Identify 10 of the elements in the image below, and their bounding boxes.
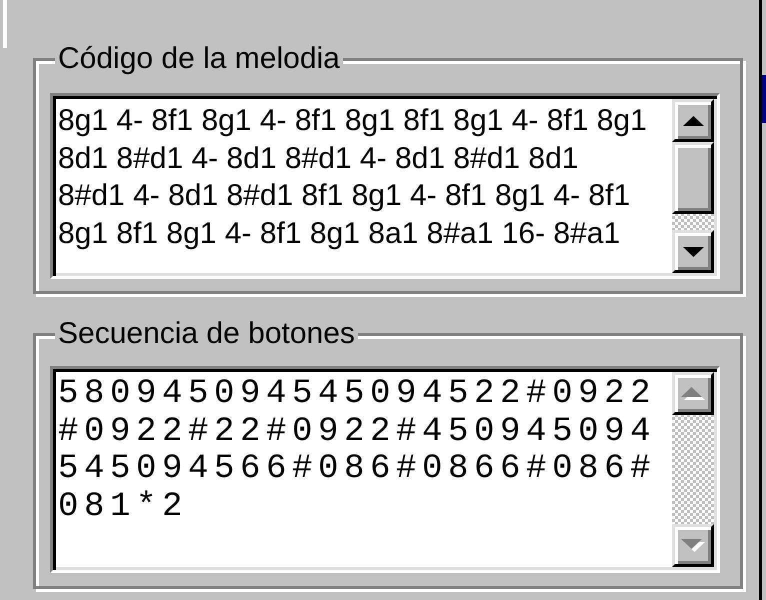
scroll-thumb[interactable] <box>672 142 714 214</box>
caret-down-icon <box>681 539 705 552</box>
text-area[interactable]: 8g1 4- 8f1 8g1 4- 8f1 8g1 8f1 8g1 4- 8f1 8g1 8d1 8#d1 4- 8d1 8#d1 4- 8d1 8#d1 8d1 8#d1 4- 8d1 8#d1 8f1 8g1 4- 8f1 8g1 4- 8f1 8g1 8f1 8g1 4- 8f1 8g1 8a1 8#a1 16- 8#a1 <box>50 93 720 279</box>
scroll-down-button[interactable] <box>672 230 714 273</box>
caret-up-icon <box>682 116 704 126</box>
caret-up-icon <box>681 387 705 400</box>
window-title-bar <box>762 75 766 123</box>
scrollbar[interactable] <box>672 99 714 273</box>
caret-down-icon <box>682 246 704 256</box>
scroll-up-button[interactable] <box>672 99 714 142</box>
